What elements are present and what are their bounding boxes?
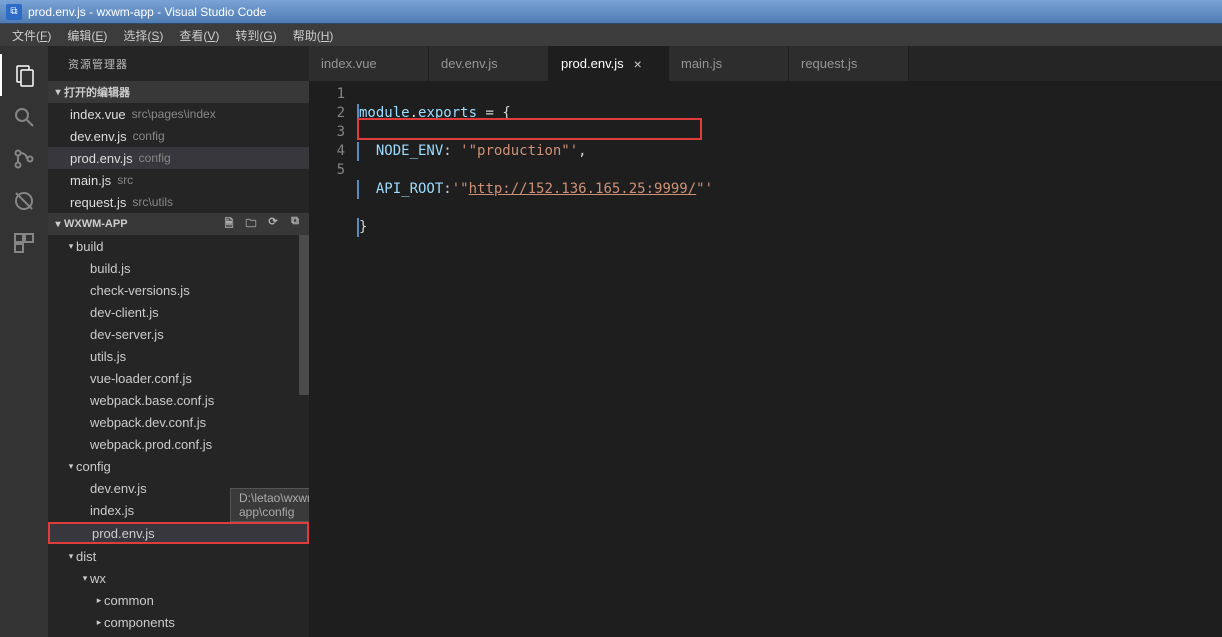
tree-file[interactable]: index.js [48, 499, 309, 521]
menubar: 文件(F)编辑(E)选择(S)查看(V)转到(G)帮助(H) [0, 24, 1222, 46]
code-token: = { [477, 105, 511, 121]
code-content[interactable]: module.exports = { NODE_ENV: '"productio… [359, 81, 1222, 637]
line-number: 2 [309, 104, 345, 123]
window-title: prod.env.js - wxwm-app - Visual Studio C… [28, 5, 266, 19]
chevron-icon: ▸ [94, 617, 104, 628]
tree-folder[interactable]: ▸pages [48, 633, 309, 637]
tree-file[interactable]: dev-server.js [48, 323, 309, 345]
tree-file[interactable]: webpack.dev.conf.js [48, 411, 309, 433]
tree-file[interactable]: dev.env.js [48, 477, 309, 499]
scrollbar[interactable] [299, 235, 309, 395]
new-folder-icon[interactable]: 🗀 [241, 215, 261, 234]
code-token: '"production"' [460, 143, 578, 159]
code-token: NODE_ENV [359, 143, 443, 159]
line-number: 3 [309, 123, 345, 142]
code-token: } [359, 219, 367, 235]
code-token: API_ROOT [359, 181, 443, 197]
tree-file[interactable]: check-versions.js [48, 279, 309, 301]
open-editor-item[interactable]: index.vuesrc\pages\index [48, 103, 309, 125]
menu-h[interactable]: 帮助(H) [285, 25, 342, 46]
tree-file[interactable]: webpack.prod.conf.js [48, 433, 309, 455]
chevron-icon: ▾ [66, 241, 76, 252]
line-number: 1 [309, 85, 345, 104]
editor-tab[interactable]: prod.env.js× [549, 46, 669, 81]
collapse-icon[interactable]: ⧉ [285, 215, 305, 234]
source-control-icon[interactable] [0, 138, 48, 180]
tree-folder[interactable]: ▾wx [48, 567, 309, 589]
window-titlebar: ⧉ prod.env.js - wxwm-app - Visual Studio… [0, 0, 1222, 24]
menu-g[interactable]: 转到(G) [227, 25, 284, 46]
file-tree: ▾buildbuild.jscheck-versions.jsdev-clien… [48, 235, 309, 637]
tree-folder[interactable]: ▸common [48, 589, 309, 611]
editor-tab[interactable]: index.vue [309, 46, 429, 81]
editor-tab[interactable]: main.js [669, 46, 789, 81]
refresh-icon[interactable]: ⟳ [263, 215, 283, 234]
tree-file[interactable]: vue-loader.conf.js [48, 367, 309, 389]
tree-folder[interactable]: ▾dist [48, 545, 309, 567]
editor-tab[interactable]: request.js [789, 46, 909, 81]
tree-file[interactable]: build.js [48, 257, 309, 279]
extensions-icon[interactable] [0, 222, 48, 264]
open-editor-item[interactable]: main.jssrc [48, 169, 309, 191]
editor-tab[interactable]: dev.env.js [429, 46, 549, 81]
line-number: 4 [309, 142, 345, 161]
code-token: exports [418, 105, 477, 121]
sidebar-title: 资源管理器 [48, 46, 309, 81]
menu-e[interactable]: 编辑(E) [59, 25, 115, 46]
open-editor-item[interactable]: request.jssrc\utils [48, 191, 309, 213]
tree-file[interactable]: prod.env.js [48, 522, 309, 544]
code-token: "' [696, 181, 713, 197]
tree-file[interactable]: dev-client.js [48, 301, 309, 323]
debug-icon[interactable] [0, 180, 48, 222]
code-url[interactable]: http://152.136.165.25:9999/ [469, 181, 697, 197]
open-editor-item[interactable]: dev.env.jsconfig [48, 125, 309, 147]
editor-tabs: index.vuedev.env.jsprod.env.js×main.jsre… [309, 46, 1222, 81]
tree-file[interactable]: utils.js [48, 345, 309, 367]
activity-bar [0, 46, 48, 637]
code-editor[interactable]: 12345 module.exports = { NODE_ENV: '"pro… [309, 81, 1222, 637]
new-file-icon[interactable]: 🗎 [219, 215, 239, 234]
menu-s[interactable]: 选择(S) [115, 25, 171, 46]
open-editors-header[interactable]: ▾ 打开的编辑器 [48, 81, 309, 103]
line-gutter: 12345 [309, 81, 359, 637]
chevron-icon: ▾ [66, 551, 76, 562]
chevron-icon: ▾ [80, 573, 90, 584]
vscode-icon: ⧉ [6, 4, 22, 20]
explorer-icon[interactable] [0, 54, 48, 96]
code-token: : [443, 143, 460, 159]
code-token: , [578, 143, 586, 159]
tree-folder[interactable]: ▾config [48, 455, 309, 477]
chevron-down-icon: ▾ [52, 87, 64, 98]
tree-folder[interactable]: ▸components [48, 611, 309, 633]
tree-file[interactable]: webpack.base.conf.js [48, 389, 309, 411]
chevron-icon: ▸ [94, 595, 104, 606]
menu-f[interactable]: 文件(F) [4, 25, 59, 46]
chevron-icon: ▾ [66, 461, 76, 472]
open-editors-label: 打开的编辑器 [64, 84, 130, 100]
line-number: 5 [309, 161, 345, 180]
code-token: . [410, 105, 418, 121]
explorer-sidebar: 资源管理器 ▾ 打开的编辑器 index.vuesrc\pages\indexd… [48, 46, 309, 637]
open-editor-item[interactable]: prod.env.jsconfig [48, 147, 309, 169]
tree-folder[interactable]: ▾build [48, 235, 309, 257]
project-name: WXWM-APP [64, 218, 128, 230]
code-token: '" [452, 181, 469, 197]
close-icon[interactable]: × [634, 56, 642, 72]
project-header[interactable]: ▾ WXWM-APP 🗎 🗀 ⟳ ⧉ [48, 213, 309, 235]
chevron-down-icon: ▾ [52, 219, 64, 230]
code-token: : [443, 181, 451, 197]
code-token: module [359, 105, 410, 121]
menu-v[interactable]: 查看(V) [171, 25, 227, 46]
editor-area: index.vuedev.env.jsprod.env.js×main.jsre… [309, 46, 1222, 637]
search-icon[interactable] [0, 96, 48, 138]
